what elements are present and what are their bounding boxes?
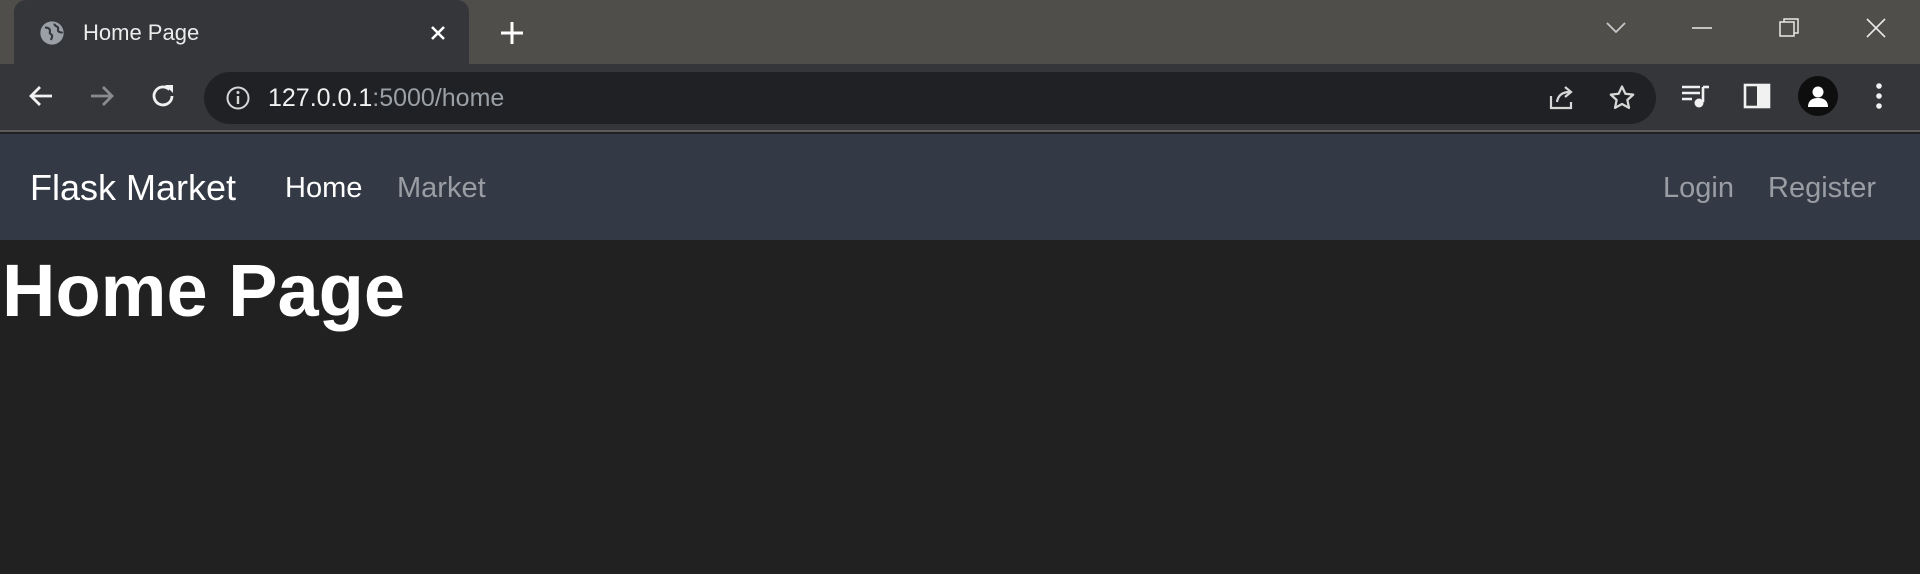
address-bar[interactable]: 127.0.0.1:5000/home bbox=[204, 72, 1656, 124]
kebab-menu-icon[interactable] bbox=[1857, 74, 1901, 118]
browser-tab[interactable]: Home Page bbox=[14, 0, 469, 64]
nav-link-home[interactable]: Home bbox=[285, 170, 362, 206]
browser-titlebar: Home Page bbox=[0, 0, 1920, 64]
site-navbar: Flask Market Home Market Login Register bbox=[0, 134, 1920, 240]
nav-link-register[interactable]: Register bbox=[1768, 170, 1876, 206]
info-icon[interactable] bbox=[224, 84, 252, 112]
star-icon[interactable] bbox=[1604, 80, 1640, 116]
side-panel-icon[interactable] bbox=[1735, 74, 1779, 118]
nav-link-market[interactable]: Market bbox=[397, 170, 486, 206]
tab-search-button[interactable] bbox=[1576, 0, 1656, 56]
page-title: Home Page bbox=[2, 249, 406, 332]
reload-button[interactable] bbox=[141, 74, 185, 118]
profile-icon bbox=[1798, 76, 1838, 116]
url-host: 127.0.0.1 bbox=[268, 84, 373, 112]
tab-title: Home Page bbox=[83, 20, 200, 45]
media-playlist-icon[interactable] bbox=[1674, 74, 1718, 118]
minimize-button[interactable] bbox=[1662, 0, 1742, 56]
new-tab-button[interactable] bbox=[494, 15, 530, 51]
url-text[interactable]: 127.0.0.1:5000/home bbox=[268, 83, 504, 113]
back-button[interactable] bbox=[19, 74, 63, 118]
url-path: :5000/home bbox=[372, 84, 505, 112]
profile-button[interactable] bbox=[1796, 74, 1840, 118]
restore-button[interactable] bbox=[1749, 0, 1829, 56]
brand-link[interactable]: Flask Market bbox=[30, 167, 236, 209]
nav-link-login[interactable]: Login bbox=[1663, 170, 1734, 206]
globe-icon bbox=[38, 19, 66, 47]
share-icon[interactable] bbox=[1544, 80, 1580, 116]
forward-button[interactable] bbox=[80, 74, 124, 118]
browser-toolbar: 127.0.0.1:5000/home bbox=[0, 64, 1920, 132]
close-window-button[interactable] bbox=[1836, 0, 1916, 56]
close-tab-icon[interactable] bbox=[424, 19, 452, 47]
